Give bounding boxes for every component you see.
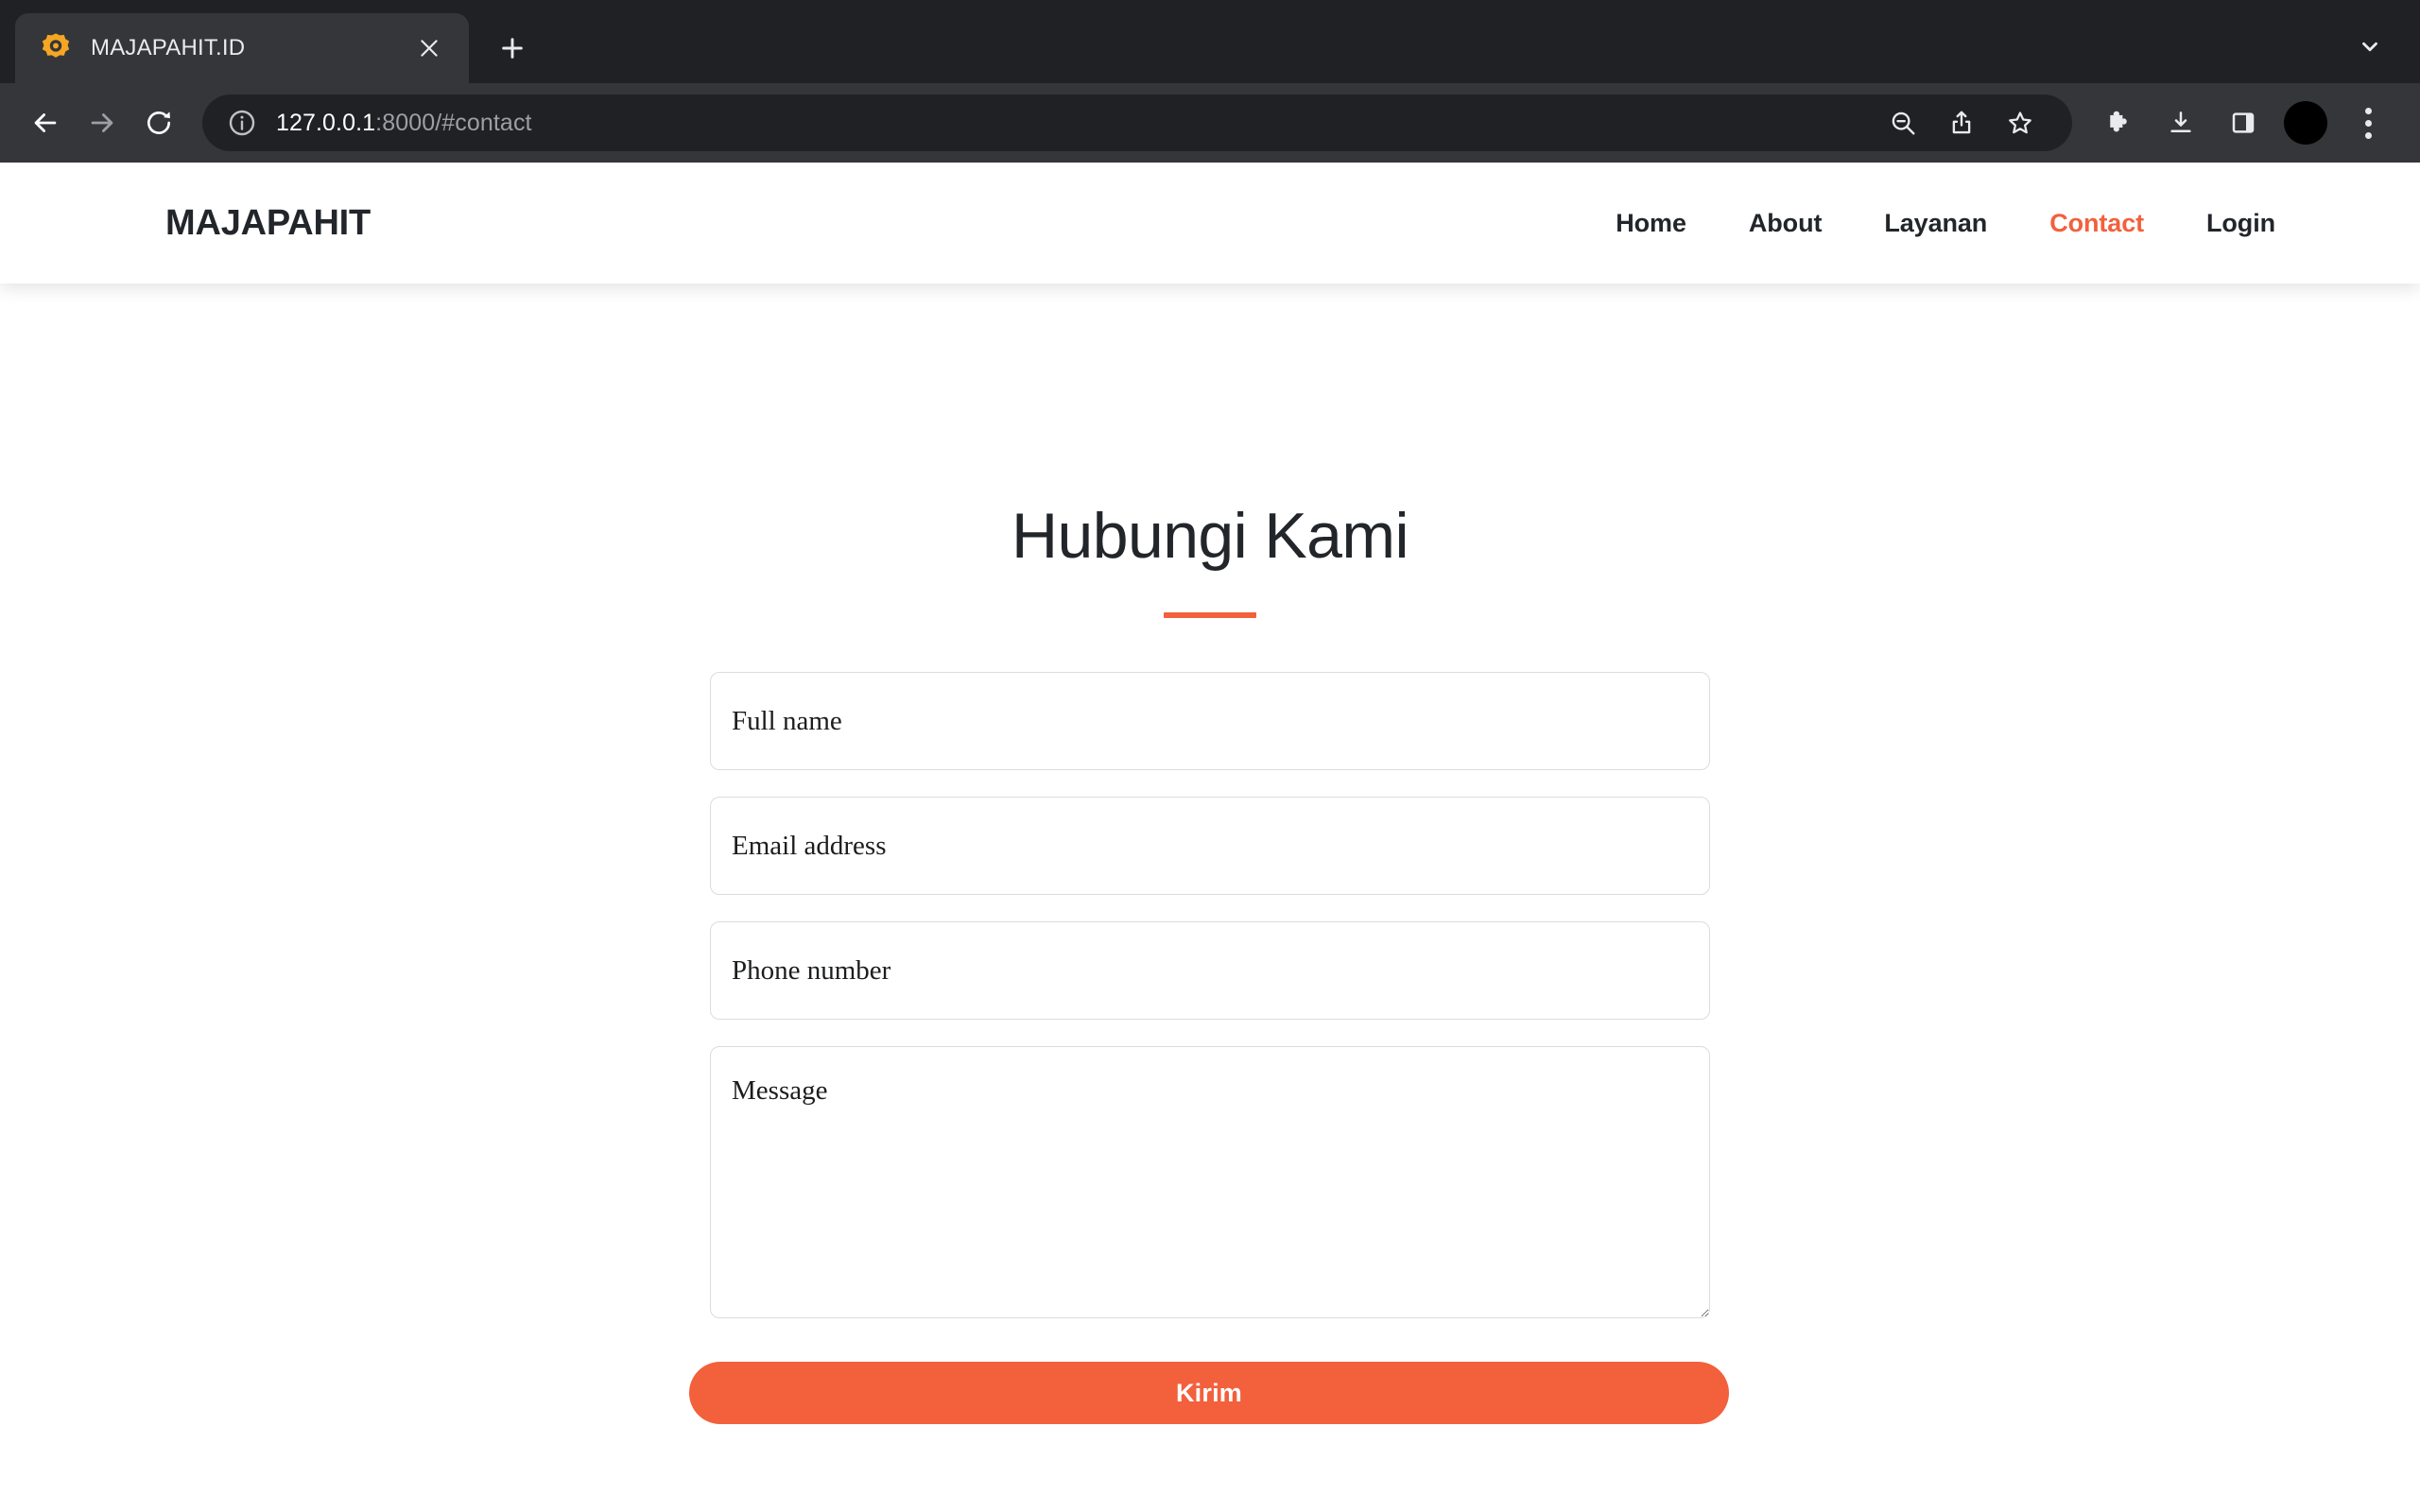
profile-avatar[interactable] xyxy=(2278,95,2333,150)
phone-input[interactable] xyxy=(710,921,1710,1020)
kebab-dots xyxy=(2364,107,2372,139)
nav-item-layanan[interactable]: Layanan xyxy=(1853,209,2018,238)
omnibox-actions xyxy=(1876,95,2048,150)
star-burst-icon xyxy=(40,32,72,64)
reload-icon[interactable] xyxy=(130,94,187,151)
nav-item-login[interactable]: Login xyxy=(2175,209,2307,238)
side-panel-icon[interactable] xyxy=(2216,95,2271,150)
back-arrow-icon[interactable] xyxy=(17,94,74,151)
downloads-icon[interactable] xyxy=(2153,95,2208,150)
extensions-puzzle-icon[interactable] xyxy=(2091,95,2146,150)
tab-strip: MAJAPAHIT.ID xyxy=(0,0,2420,83)
site-header: MAJAPAHIT Home About Layanan Contact Log… xyxy=(0,163,2420,284)
page-title: Hubungi Kami xyxy=(1011,500,1409,572)
avatar xyxy=(2284,101,2327,145)
message-textarea[interactable] xyxy=(710,1046,1710,1318)
browser-toolbar: 127.0.0.1:8000/#contact xyxy=(0,83,2420,163)
url-text: 127.0.0.1:8000/#contact xyxy=(276,110,532,137)
contact-form: Kirim xyxy=(689,672,1729,1424)
chevron-down-icon[interactable] xyxy=(2346,23,2394,70)
tab-title: MAJAPAHIT.ID xyxy=(91,35,246,60)
share-icon[interactable] xyxy=(1934,95,1989,150)
nav-item-contact[interactable]: Contact xyxy=(2018,209,2175,238)
browser-window: MAJAPAHIT.ID 127.0.0.1:8000/#contact MAJ… xyxy=(0,0,2420,1512)
bookmark-star-icon[interactable] xyxy=(1993,95,2048,150)
site-logo[interactable]: MAJAPAHIT xyxy=(165,203,371,244)
url-path: :8000/#contact xyxy=(375,109,532,136)
contact-section: Hubungi Kami Kirim xyxy=(0,284,2420,1424)
kebab-menu-icon[interactable] xyxy=(2341,95,2395,150)
nav-item-home[interactable]: Home xyxy=(1584,209,1718,238)
url-host: 127.0.0.1 xyxy=(276,109,376,136)
submit-button[interactable]: Kirim xyxy=(689,1362,1729,1424)
zoom-out-icon[interactable] xyxy=(1876,95,1930,150)
close-icon[interactable] xyxy=(410,29,448,67)
title-underline-accent xyxy=(1164,612,1256,618)
toolbar-actions xyxy=(2091,95,2395,150)
email-input[interactable] xyxy=(710,797,1710,895)
browser-tab[interactable]: MAJAPAHIT.ID xyxy=(15,13,469,83)
address-bar[interactable]: 127.0.0.1:8000/#contact xyxy=(202,94,2072,151)
full-name-input[interactable] xyxy=(710,672,1710,770)
forward-arrow-icon[interactable] xyxy=(74,94,130,151)
nav-item-about[interactable]: About xyxy=(1718,209,1853,238)
info-circle-icon[interactable] xyxy=(227,108,257,138)
main-navigation: Home About Layanan Contact Login xyxy=(1584,209,2307,238)
page-viewport: MAJAPAHIT Home About Layanan Contact Log… xyxy=(0,163,2420,1512)
new-tab-button[interactable] xyxy=(486,22,539,75)
